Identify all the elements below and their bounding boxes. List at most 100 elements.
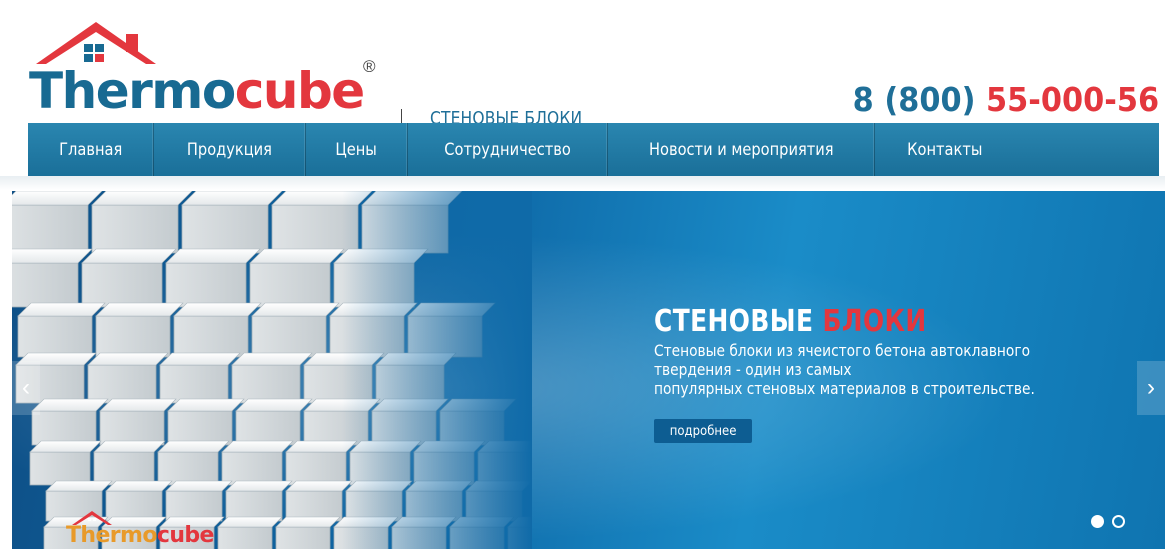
phone-number: 55-000-56 [985, 80, 1159, 119]
wall-block [95, 315, 171, 358]
wall-block-top [165, 248, 261, 264]
logo-word-accent: cube [234, 62, 365, 120]
header-phone[interactable]: 8 (800) 55-000-56 [853, 80, 1159, 119]
logo-wordmark: Thermocube [29, 66, 365, 116]
wall-block [285, 451, 347, 486]
nav-item-contacts[interactable]: Контакты [875, 123, 1015, 176]
wall-block [12, 204, 89, 254]
mini-logo-primary: Thermo [66, 523, 157, 548]
hero-title-main: СТЕНОВЫЕ [654, 304, 814, 339]
wall-block-top [249, 248, 345, 264]
wall-block [17, 315, 93, 358]
wall-block [251, 315, 327, 358]
slider-dot-1[interactable] [1091, 515, 1104, 528]
wall-block [31, 410, 97, 446]
registered-mark: ® [363, 57, 376, 76]
wall-block [91, 204, 179, 254]
nav-label: Главная [59, 139, 123, 160]
wall-block [217, 526, 273, 549]
wall-block-top [31, 398, 109, 412]
hero-description-line: популярных стеновых материалов в строите… [654, 379, 1035, 398]
wall-block-top [167, 398, 245, 412]
wall-block-top [99, 398, 177, 412]
wall-block-top [17, 302, 106, 317]
hero-title: СТЕНОВЫЕ БЛОКИ [654, 304, 927, 339]
wall-block-top [93, 440, 166, 453]
hero-slider: ‹ › СТЕНОВЫЕ БЛОКИ Стеновые блоки из яче… [12, 191, 1165, 549]
wall-block [81, 262, 163, 308]
slider-dots [1091, 515, 1125, 528]
wall-block-top [95, 302, 184, 317]
slider-dot-2[interactable] [1112, 515, 1125, 528]
hero-watermark-logo: Thermocube [66, 509, 214, 549]
wall-block [285, 490, 343, 522]
hero-description-line: Стеновые блоки из ячеистого бетона авток… [654, 341, 1030, 360]
wall-block [12, 262, 79, 308]
wall-block [29, 451, 91, 486]
wall-block-top [235, 398, 313, 412]
slider-next-button[interactable]: › [1137, 361, 1165, 415]
wall-block [87, 364, 157, 404]
nav-item-home[interactable]: Главная [28, 123, 155, 176]
thermocube-logo[interactable]: Thermocube ® [26, 20, 386, 116]
wall-block-top [173, 302, 262, 317]
wall-block-top [159, 352, 241, 366]
wall-block-top [251, 302, 340, 317]
wall-block-top [87, 352, 169, 366]
wall-block [249, 262, 331, 308]
nav-shadow [0, 176, 1165, 190]
more-button[interactable]: подробнее [654, 419, 753, 443]
nav-label: Контакты [907, 139, 983, 160]
wall-block [167, 410, 233, 446]
wall-block [157, 451, 219, 486]
wall-block [173, 315, 249, 358]
mini-logo-accent: cube [156, 523, 215, 548]
wall-block [165, 262, 247, 308]
wall-block [225, 490, 283, 522]
phone-prefix: 8 (800) [852, 80, 976, 119]
wall-block [275, 526, 331, 549]
chevron-left-icon: ‹ [22, 374, 30, 401]
wall-block-top [217, 516, 283, 528]
nav-label: Цены [335, 139, 378, 160]
wall-block [221, 451, 283, 486]
nav-item-prices[interactable]: Цены [306, 123, 408, 176]
nav-item-cooperation[interactable]: Сотрудничество [408, 123, 608, 176]
chevron-right-icon: › [1147, 374, 1155, 401]
wall-block-top [157, 440, 230, 453]
wall-blocks-image [12, 191, 532, 549]
wall-block-top [181, 191, 283, 206]
wall-block-top [12, 248, 93, 264]
wall-block [235, 410, 301, 446]
wall-block-top [91, 191, 193, 206]
hero-description-line: твердения - один из самых [654, 360, 852, 379]
wall-block-top [81, 248, 177, 264]
wall-block [99, 410, 165, 446]
nav-item-news-events[interactable]: Новости и мероприятия [608, 123, 876, 176]
site-header: Thermocube ® СТЕНОВЫЕ БЛОКИ 8 (800) 55-0… [0, 0, 1165, 129]
hero-description: Стеновые блоки из ячеистого бетона авток… [654, 341, 1058, 398]
wall-block-top [221, 440, 294, 453]
mini-logo-wordmark: Thermocube [66, 523, 214, 548]
wall-block-top [45, 480, 113, 492]
main-nav: Главная Продукция Цены Сотрудничество Но… [28, 123, 1159, 176]
nav-item-products[interactable]: Продукция [154, 123, 307, 176]
blocks-fade-overlay [342, 191, 532, 549]
wall-block [231, 364, 301, 404]
wall-block-top [231, 352, 313, 366]
wall-block [159, 364, 229, 404]
slider-prev-button[interactable]: ‹ [12, 361, 40, 415]
logo-word-primary: Thermo [29, 62, 236, 120]
wall-block-top [12, 191, 103, 206]
wall-block-top [225, 480, 293, 492]
nav-label: Сотрудничество [443, 139, 571, 160]
wall-block-top [105, 480, 173, 492]
wall-block [181, 204, 269, 254]
wall-block [93, 451, 155, 486]
wall-block-top [165, 480, 233, 492]
header-separator [401, 109, 402, 123]
nav-label: Продукция [187, 139, 273, 160]
more-button-label: подробнее [669, 423, 737, 439]
nav-label: Новости и мероприятия [648, 139, 834, 160]
wall-block-top [275, 516, 341, 528]
